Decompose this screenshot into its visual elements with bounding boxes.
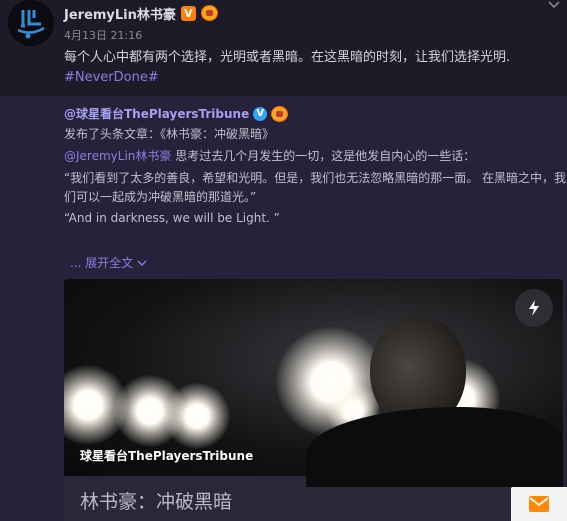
post-text: 每个人心中都有两个选择，光明或者黑暗。在这黑暗的时刻，让我们选择光明.	[64, 50, 511, 65]
author-name[interactable]: JeremyLin林书豪	[64, 4, 176, 23]
repost-author-row: @球星看台ThePlayersTribune V	[64, 105, 289, 122]
card-title[interactable]: 林书豪：冲破黑暗	[80, 487, 232, 514]
mention-link[interactable]: @JeremyLin林书豪	[64, 149, 171, 163]
repost-line-3: “我们看到了太多的善良，希望和光明。但是，我们也无法忽略黑暗的那一面。 在黑暗之…	[64, 171, 567, 185]
author-row: JeremyLin林书豪 V	[64, 3, 218, 23]
repost-line-2-text: 思考过去几个月发生的一切，这是他发自内心的一些话：	[171, 149, 476, 163]
chevron-down-icon	[137, 260, 147, 266]
lightning-icon[interactable]	[515, 289, 553, 327]
repost-headline: 发布了头条文章：《林书豪：冲破黑暗》	[64, 127, 275, 141]
card-source: 球星看台ThePlayersTribune	[80, 449, 254, 463]
article-card[interactable]: 球星看台ThePlayersTribune 林书豪：冲破黑暗	[64, 279, 563, 521]
repost-block: @球星看台ThePlayersTribune V 发布了头条文章：《林书豪：冲破…	[0, 96, 567, 521]
weibo-post: JeremyLin林书豪 V 4月13日 21:16 每个人心中都有两个选择，光…	[0, 0, 567, 521]
verified-blue-badge: V	[253, 106, 268, 121]
jl-logo-icon	[8, 0, 54, 46]
chevron-down-icon[interactable]	[547, 0, 561, 10]
mail-icon	[529, 496, 549, 512]
article-cover-image[interactable]: 球星看台ThePlayersTribune	[64, 279, 563, 487]
expand-full-text-button[interactable]: ... 展开全文	[70, 254, 147, 271]
repost-line-5: “And in darkness, we will be Light. ”	[64, 211, 280, 225]
vip-badge-icon	[200, 5, 218, 21]
mail-button[interactable]	[511, 487, 567, 521]
hashtag-link[interactable]: #NeverDone#	[64, 70, 159, 85]
repost-author[interactable]: @球星看台ThePlayersTribune	[64, 105, 249, 122]
verified-badge: V	[180, 5, 196, 21]
repost-line-2: @JeremyLin林书豪 思考过去几个月发生的一切，这是他发自内心的一些话：	[64, 147, 564, 165]
vip-badge-icon	[271, 105, 289, 122]
expand-label: ... 展开全文	[70, 256, 134, 270]
stage-light	[164, 383, 230, 449]
avatar[interactable]	[8, 0, 54, 46]
repost-line-4: 们可以一起成为冲破黑暗的那道光。”	[64, 190, 257, 204]
post-time[interactable]: 4月13日 21:16	[64, 27, 142, 43]
